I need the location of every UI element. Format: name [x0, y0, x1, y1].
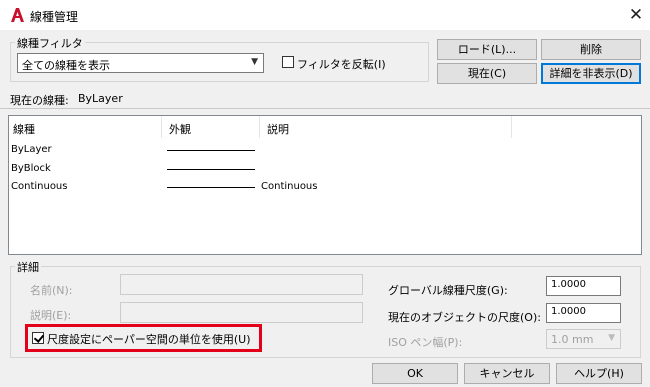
details-group-label: 詳細 — [15, 259, 41, 275]
name-field[interactable] — [120, 274, 363, 295]
current-scale-label: 現在のオブジェクトの尺度(O): — [388, 311, 541, 324]
filter-selected-value: 全ての線種を表示 — [22, 59, 110, 72]
linetype-preview — [167, 169, 255, 170]
hide-details-button[interactable]: 詳細を非表示(D) — [541, 63, 641, 84]
chevron-down-icon: ▼ — [251, 57, 258, 67]
linetype-filter-combobox[interactable]: 全ての線種を表示 ▼ — [17, 53, 264, 73]
linetype-name: Continuous — [11, 181, 68, 192]
description-label: 説明(E): — [30, 309, 72, 322]
delete-button[interactable]: 削除 — [541, 39, 641, 60]
linetype-name: ByLayer — [11, 144, 52, 155]
cancel-button[interactable]: キャンセル — [464, 363, 550, 384]
column-header-appearance[interactable]: 外観 — [169, 121, 191, 137]
name-label: 名前(N): — [30, 284, 73, 297]
window-title: 線種管理 — [30, 10, 79, 24]
current-linetype-value: ByLayer — [78, 92, 123, 105]
global-scale-label: グローバル線種尺度(G): — [388, 284, 508, 297]
column-divider — [161, 116, 162, 138]
highlight-frame — [25, 324, 262, 352]
iso-pen-width-value: 1.0 mm — [551, 333, 594, 346]
column-divider — [511, 116, 512, 138]
close-icon[interactable]: ✕ — [624, 3, 648, 27]
column-divider — [259, 116, 260, 138]
chevron-down-icon: ▼ — [608, 333, 615, 343]
invert-filter-checkbox[interactable] — [282, 56, 294, 68]
current-linetype-label: 現在の線種: — [10, 94, 69, 107]
description-field[interactable] — [120, 302, 363, 323]
global-scale-input[interactable]: 1.0000 — [546, 276, 621, 296]
help-button[interactable]: ヘルプ(H) — [556, 363, 642, 384]
linetype-description: Continuous — [261, 181, 318, 192]
iso-pen-width-combobox[interactable]: 1.0 mm ▼ — [546, 329, 621, 349]
column-header-description[interactable]: 説明 — [267, 121, 289, 137]
current-scale-input[interactable]: 1.0000 — [546, 303, 621, 323]
column-header-linetype[interactable]: 線種 — [13, 121, 35, 137]
list-row[interactable]: Continuous Continuous — [9, 179, 641, 197]
load-button[interactable]: ロード(L)... — [437, 39, 537, 60]
iso-pen-width-label: ISO ペン幅(P): — [388, 336, 463, 349]
current-scale-value: 1.0000 — [551, 306, 586, 317]
linetype-preview — [167, 187, 255, 188]
autocad-logo-icon — [11, 8, 24, 22]
title-bar — [0, 0, 650, 30]
filter-group-label: 線種フィルタ — [15, 35, 85, 51]
ok-button[interactable]: OK — [372, 363, 458, 384]
list-row[interactable]: ByBlock — [9, 160, 641, 178]
invert-filter-label: フィルタを反転(I) — [297, 58, 386, 71]
global-scale-value: 1.0000 — [551, 279, 586, 290]
set-current-button[interactable]: 現在(C) — [437, 63, 537, 84]
list-row[interactable]: ByLayer — [9, 142, 641, 160]
linetype-preview — [167, 150, 255, 151]
linetype-list[interactable]: 線種 外観 説明 ByLayer ByBlock Continuous Cont… — [8, 115, 642, 255]
linetype-name: ByBlock — [11, 163, 51, 174]
